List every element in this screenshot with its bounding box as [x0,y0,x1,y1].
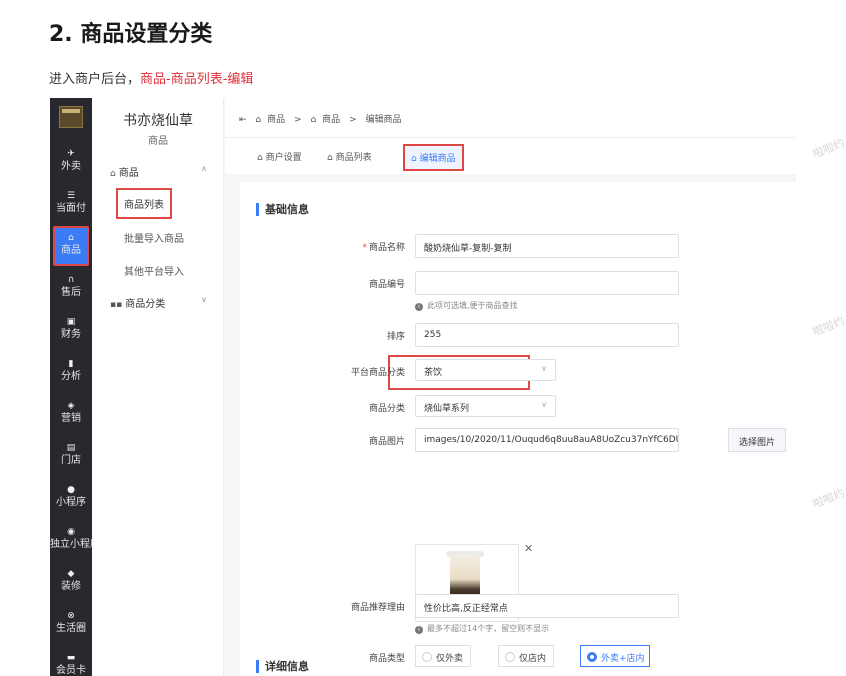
intro-highlight: 商品-商品列表-编辑 [140,72,254,87]
chevron-down-icon: ∨ [541,400,547,409]
watermark: 啦啦约 [810,314,846,339]
reason-label: 商品推荐理由 [350,603,405,613]
rail-item-takeout[interactable]: ✈ 外卖 [50,144,92,184]
name-label: * 商品名称 [362,243,405,253]
tab-bar: ⌂ 商户设置 ⌂ 商品列表 ⌂ 编辑商品 [225,138,796,174]
info-icon: i [415,303,423,311]
shop-icon: ⌂ [110,169,116,179]
shop-icon: ⌂ [255,115,262,125]
admin-screenshot: ✈ 外卖 ☰ 当面付 ⌂ 商品 ∩ 售后 ▣ 财务 ▮ 分析 ◈ 营销 ▤ 门店 ● 小程序 ◉ 独… [50,98,796,676]
category-label: 商品分类 [368,404,405,414]
chevron-down-icon: ∨ [541,364,547,373]
bike-icon: ✈ [67,149,75,159]
category-select[interactable]: 烧仙草系列 ∨ [415,395,556,417]
wallet-icon: ▣ [66,317,76,327]
compass-icon: ◉ [67,527,75,537]
rail-item-life[interactable]: ⊗ 生活圈 [50,606,92,646]
rail-item-pay[interactable]: ☰ 当面付 [50,186,92,226]
breadcrumb-separator: > [349,115,357,125]
rail-item-aftersale[interactable]: ∩ 售后 [50,270,92,310]
rail-item-decorate[interactable]: ◆ 装修 [50,564,92,604]
code-hint: i 此项可选填,便于商品查找 [415,300,518,311]
edit-form-detail: 商品推荐理由 性价比高,反正经常点 i 最多不超过14个字，留空则不显示 商品类型… [240,594,796,676]
store-name: 书亦烧仙草 [123,113,193,129]
rail-item-member[interactable]: ▬ 会员卡 [50,648,92,676]
shop-icon: ⌂ [68,233,74,243]
tab-goods-list[interactable]: ⌂ 商品列表 [327,150,372,163]
subnav-item-batch-import[interactable]: 批量导入商品 [124,230,184,245]
store-icon: ⌂ [257,153,266,163]
rail-item-marketing[interactable]: ◈ 营销 [50,396,92,436]
chevron-down-icon[interactable]: ∨ [201,295,207,304]
intro-prefix: 进入商户后台， [49,72,141,87]
subnav-group-goods[interactable]: ⌂ 商品 [110,164,139,179]
store-sub: 商品 [148,136,168,147]
subnav-group-category[interactable]: ▪▪ 商品分类 [110,295,165,310]
circle-icon: ⊗ [67,611,75,621]
shop-icon: ⌂ [411,154,420,164]
breadcrumb: ⇤ ⌂ 商品 > ⌂ 商品 > 编辑商品 [239,112,408,125]
main-rail: ✈ 外卖 ☰ 当面付 ⌂ 商品 ∩ 售后 ▣ 财务 ▮ 分析 ◈ 营销 ▤ 门店 ● 小程序 ◉ 独… [50,98,92,676]
chevron-up-icon[interactable]: ∧ [201,164,207,173]
watermark: 啦啦约 [810,486,846,511]
breadcrumb-separator: > [294,115,302,125]
card-icon: ▬ [66,653,76,663]
rail-item-miniapp[interactable]: ● 小程序 [50,480,92,520]
breadcrumb-item[interactable]: 商品 [267,115,285,125]
section-basic-title: 基础信息 [256,203,309,216]
top-bar: ⇤ ⌂ 商品 > ⌂ 商品 > 编辑商品 [225,98,796,138]
close-icon[interactable]: ✕ [524,542,533,555]
doc-intro: 进入商户后台，商品-商品列表-编辑 [49,68,253,87]
image-label: 商品图片 [368,437,405,447]
breadcrumb-item[interactable]: 商品 [322,115,340,125]
shop-icon: ⌂ [327,153,336,163]
type-option-both[interactable]: 外卖+店内 [580,645,650,667]
reason-input[interactable]: 性价比高,反正经常点 [415,594,679,618]
rail-item-goods[interactable]: ⌂ 商品 [53,226,89,266]
rail-item-own-miniapp[interactable]: ◉独立小程序 [50,522,92,562]
store-icon: ▤ [66,443,76,453]
image-path-input[interactable]: images/10/2020/11/Ouqud6q8uu8auA8UoZcu37… [415,428,679,452]
platform-category-select[interactable]: 茶饮 ∨ [415,359,556,381]
bar-chart-icon: ▮ [68,359,74,369]
code-input[interactable] [415,271,679,295]
code-label: 商品编号 [368,280,405,290]
sort-input[interactable]: 255 [415,323,679,347]
type-option-takeout[interactable]: 仅外卖 [415,645,471,667]
name-input[interactable]: 酸奶烧仙草-复制-复制 [415,234,679,258]
gift-icon: ◈ [67,401,75,411]
paint-icon: ◆ [67,569,75,579]
tab-edit-goods[interactable]: ⌂ 编辑商品 [403,144,464,171]
rail-item-analysis[interactable]: ▮ 分析 [50,354,92,394]
brand-logo [59,106,83,128]
choose-image-button[interactable]: 选择图片 [728,428,787,452]
breadcrumb-current: 编辑商品 [365,115,402,125]
headset-icon: ∩ [67,275,75,285]
type-label: 商品类型 [368,654,405,664]
watermark: 啦啦约 [810,136,846,161]
reason-hint: i 最多不超过14个字，留空则不显示 [415,623,549,634]
chat-icon: ● [67,485,75,495]
subnav-item-other-import[interactable]: 其他平台导入 [124,263,184,278]
rail-item-finance[interactable]: ▣ 财务 [50,312,92,352]
rail-item-store[interactable]: ▤ 门店 [50,438,92,478]
subnav-item-goods-list[interactable]: 商品列表 [116,188,172,219]
sort-label: 排序 [386,332,405,342]
grid-icon: ▪▪ [110,300,123,310]
sub-sidebar: 书亦烧仙草 商品 ⌂ 商品 ∧ 商品列表 批量导入商品 其他平台导入 ▪▪ 商品分类… [92,98,224,676]
list-icon: ☰ [66,191,76,201]
platform-category-label: 平台商品分类 [350,368,405,378]
info-icon: i [415,626,423,634]
collapse-icon[interactable]: ⇤ [239,115,247,125]
tab-merchant-settings[interactable]: ⌂ 商户设置 [257,150,302,163]
doc-title: 2. 商品设置分类 [49,22,213,47]
shop-icon: ⌂ [310,115,317,125]
type-option-instore[interactable]: 仅店内 [498,645,554,667]
